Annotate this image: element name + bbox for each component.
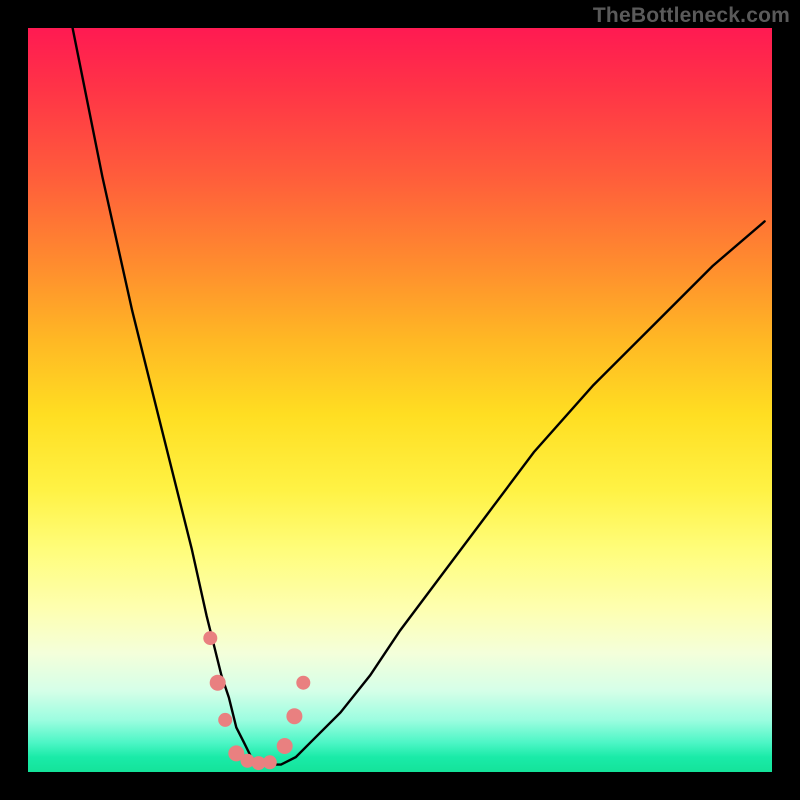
curve-markers [203,631,310,770]
marker-dot [296,676,310,690]
watermark-text: TheBottleneck.com [593,4,790,28]
marker-dot [210,675,226,691]
marker-dot [218,713,232,727]
marker-dot [263,755,277,769]
chart-svg [28,28,772,772]
bottleneck-curve [73,28,765,765]
marker-dot [286,708,302,724]
chart-frame: TheBottleneck.com [0,0,800,800]
marker-dot [277,738,293,754]
plot-area [28,28,772,772]
marker-dot [203,631,217,645]
